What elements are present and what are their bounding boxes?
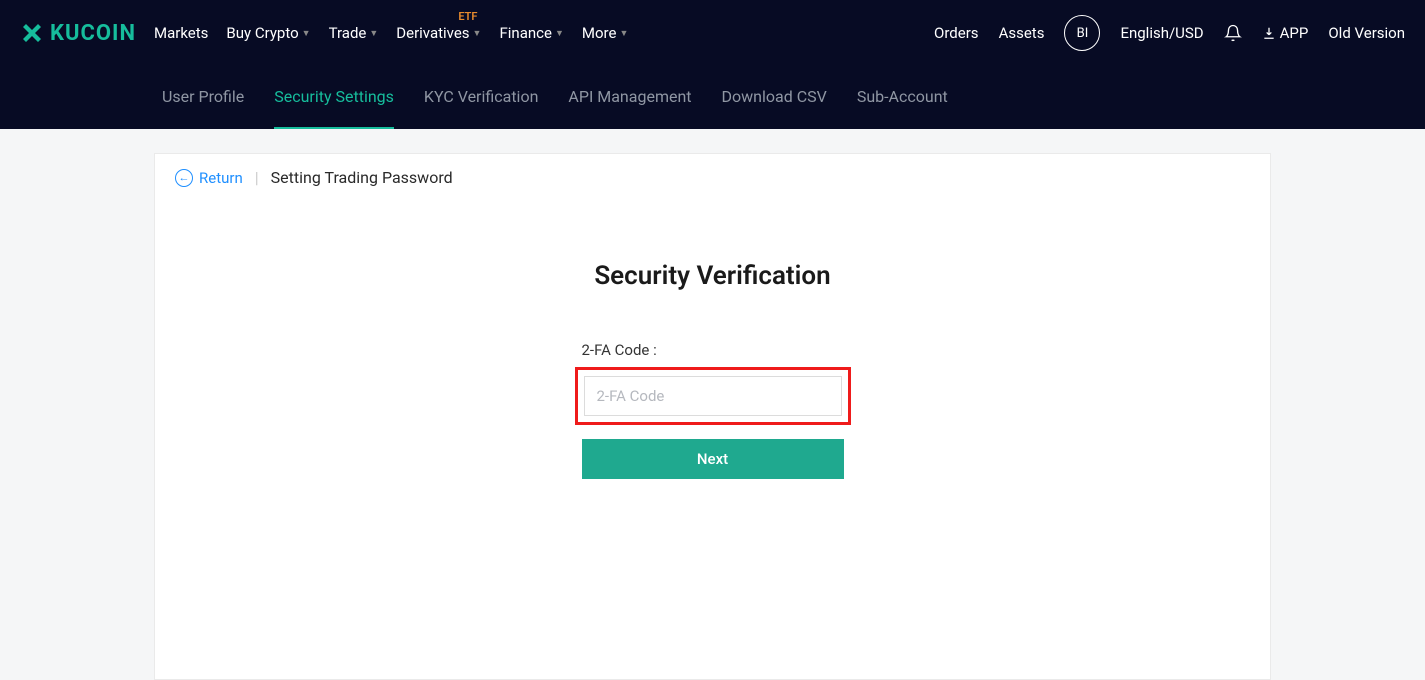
nav-assets[interactable]: Assets [999, 24, 1045, 42]
return-link[interactable]: ← Return [175, 169, 243, 187]
nav-links: Markets Buy Crypto▼ Trade▼ ETF Derivativ… [154, 24, 934, 42]
brand-logo[interactable]: KUCOIN [20, 21, 136, 46]
input-highlight-box [575, 367, 851, 425]
subnav-security-settings[interactable]: Security Settings [274, 66, 394, 129]
nav-markets[interactable]: Markets [154, 24, 208, 42]
panel-header: ← Return | Setting Trading Password [155, 154, 1270, 201]
brand-name: KUCOIN [50, 21, 136, 46]
notifications-button[interactable] [1224, 24, 1242, 42]
chevron-down-icon: ▼ [473, 28, 482, 39]
main-header: KUCOIN Markets Buy Crypto▼ Trade▼ ETF De… [0, 0, 1425, 66]
nav-derivatives[interactable]: ETF Derivatives▼ [396, 24, 481, 42]
language-selector[interactable]: English/USD [1120, 24, 1203, 42]
form-area: Security Verification 2-FA Code : Next [155, 201, 1270, 679]
kucoin-logo-icon [20, 21, 44, 45]
return-arrow-icon: ← [175, 169, 193, 187]
subnav-kyc[interactable]: KYC Verification [424, 66, 538, 129]
app-download[interactable]: APP [1262, 24, 1309, 42]
header-right: Orders Assets BI English/USD APP Old Ver… [934, 15, 1405, 51]
chevron-down-icon: ▼ [555, 28, 564, 39]
nav-finance[interactable]: Finance▼ [499, 24, 563, 42]
download-icon [1262, 26, 1276, 40]
form-group: 2-FA Code : Next [582, 341, 844, 479]
old-version-link[interactable]: Old Version [1328, 24, 1405, 42]
divider: | [255, 168, 259, 187]
twofa-input[interactable] [584, 376, 842, 416]
subnav-user-profile[interactable]: User Profile [162, 66, 244, 129]
bell-icon [1224, 24, 1242, 42]
nav-orders[interactable]: Orders [934, 24, 979, 42]
chevron-down-icon: ▼ [302, 28, 311, 39]
subnav-download-csv[interactable]: Download CSV [722, 66, 827, 129]
subnav-sub-account[interactable]: Sub-Account [857, 66, 948, 129]
etf-badge: ETF [458, 10, 477, 23]
nav-more[interactable]: More▼ [582, 24, 628, 42]
nav-trade[interactable]: Trade▼ [329, 24, 379, 42]
content-panel: ← Return | Setting Trading Password Secu… [154, 153, 1271, 680]
next-button[interactable]: Next [582, 439, 844, 479]
subnav-api[interactable]: API Management [568, 66, 691, 129]
twofa-label: 2-FA Code : [582, 341, 844, 359]
form-heading: Security Verification [594, 261, 830, 291]
nav-buy-crypto[interactable]: Buy Crypto▼ [226, 24, 310, 42]
chevron-down-icon: ▼ [369, 28, 378, 39]
chevron-down-icon: ▼ [619, 28, 628, 39]
page-title: Setting Trading Password [271, 168, 453, 187]
user-avatar[interactable]: BI [1064, 15, 1100, 51]
sub-nav: User Profile Security Settings KYC Verif… [0, 66, 1425, 129]
